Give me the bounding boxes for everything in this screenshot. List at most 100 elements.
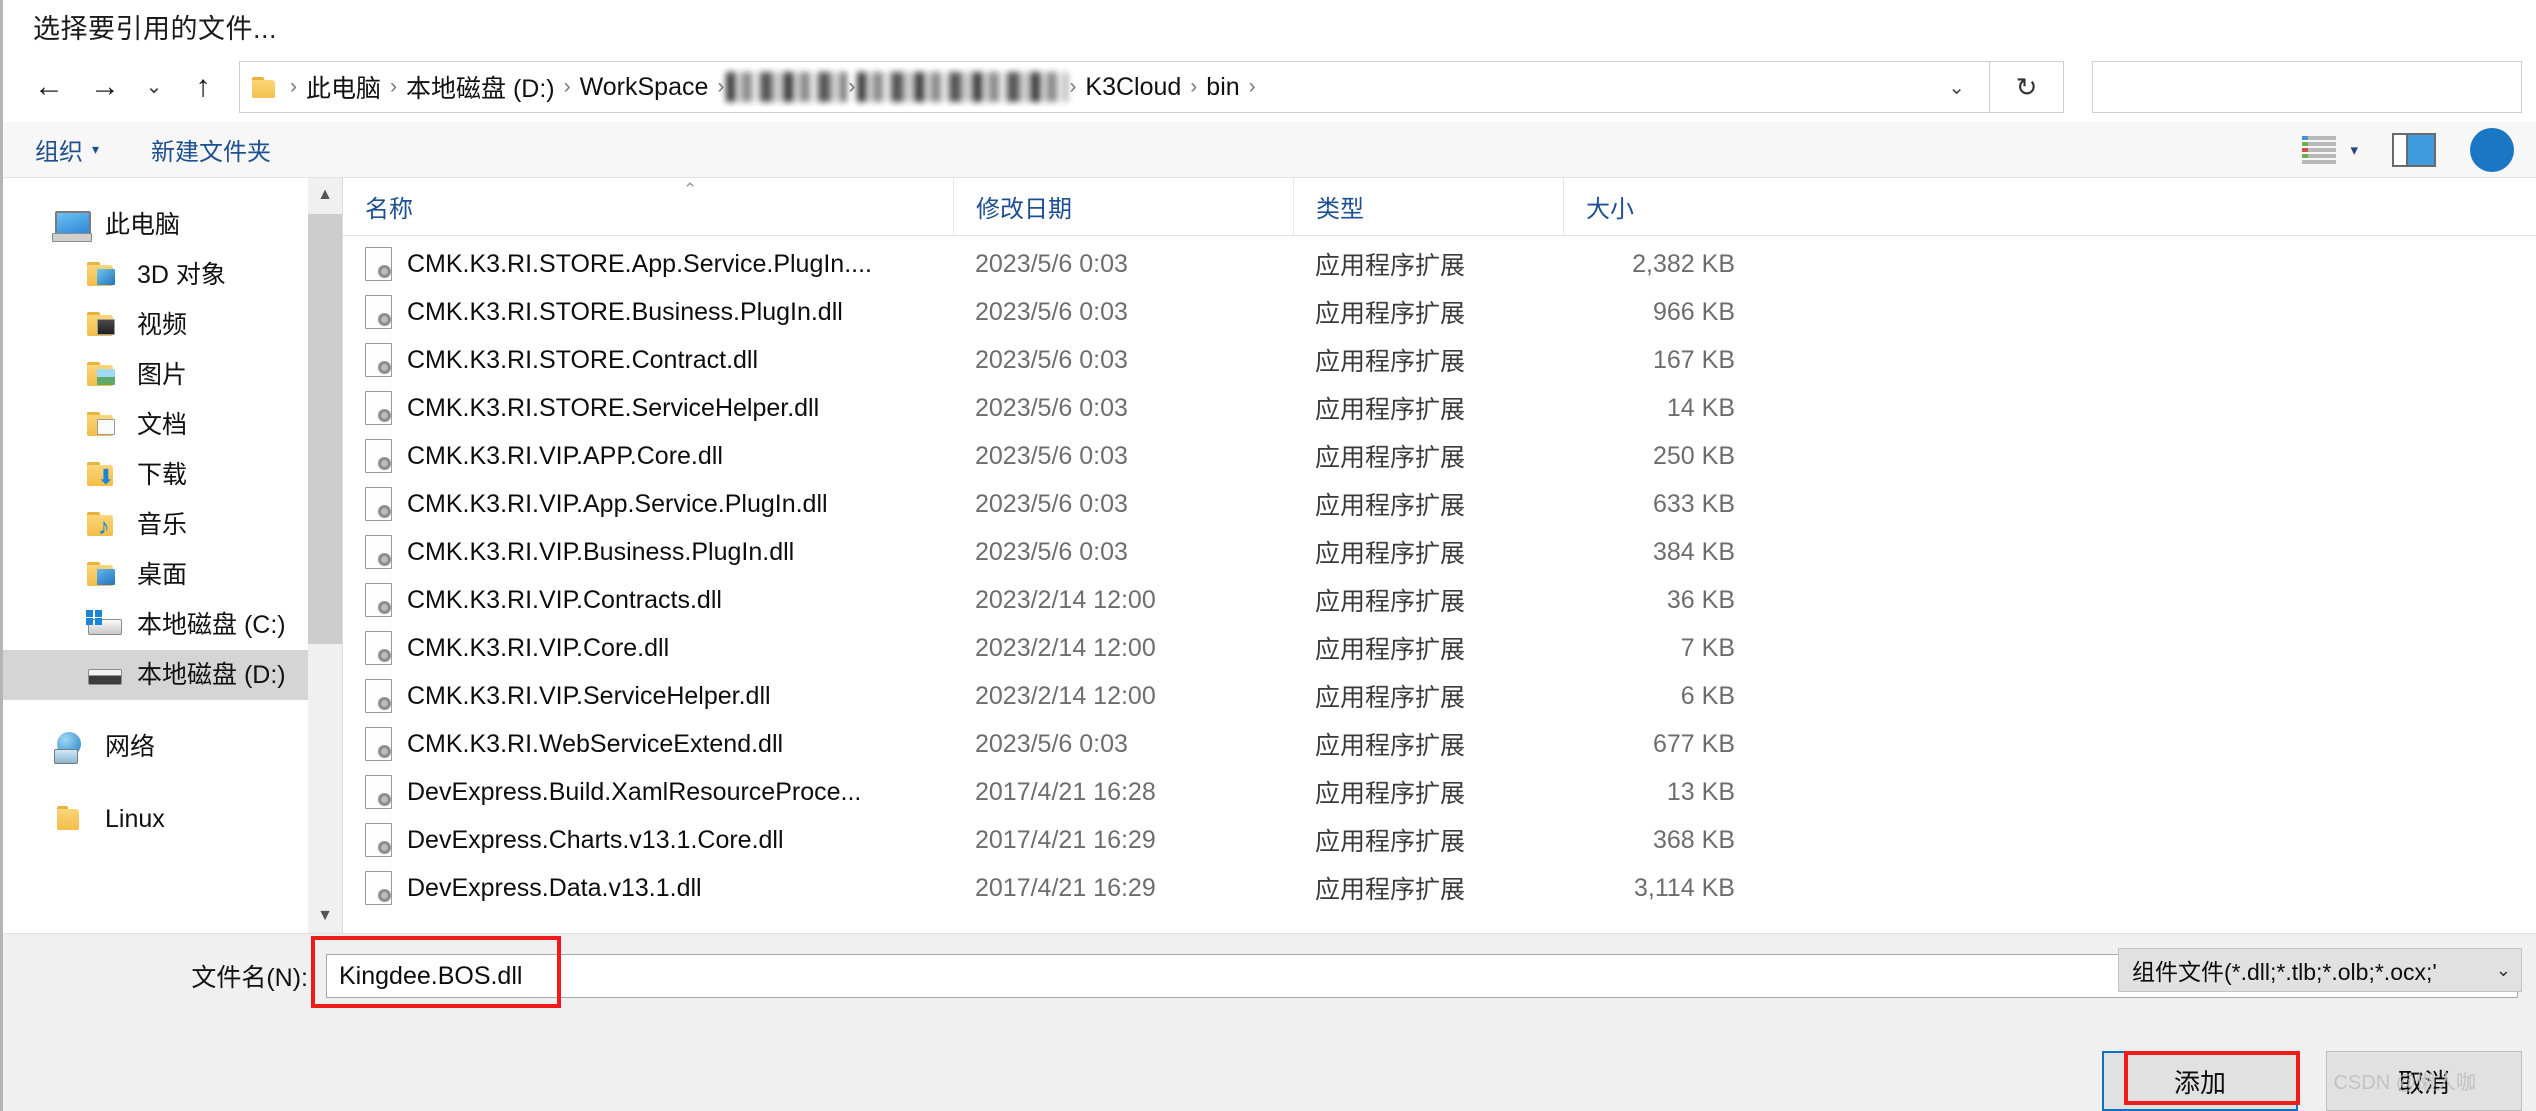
file-name-cell[interactable]: CMK.K3.RI.VIP.Business.PlugIn.dll — [343, 535, 953, 569]
file-type-cell: 应用程序扩展 — [1315, 780, 1466, 808]
file-name-cell[interactable]: CMK.K3.RI.WebServiceExtend.dll — [343, 727, 953, 761]
new-folder-button[interactable]: 新建文件夹 — [151, 132, 271, 167]
file-name-label: CMK.K3.RI.VIP.Core.dll — [407, 633, 670, 662]
file-name-cell[interactable]: CMK.K3.RI.STORE.ServiceHelper.dll — [343, 391, 953, 425]
breadcrumb-separator: › — [563, 75, 571, 98]
file-name-cell[interactable]: CMK.K3.RI.VIP.App.Service.PlugIn.dll — [343, 487, 953, 521]
address-chevron-down-icon[interactable]: ⌄ — [1934, 75, 1979, 100]
breadcrumb-item-4-redacted[interactable] — [857, 72, 1068, 102]
sidebar-item-music[interactable]: 音乐 — [3, 500, 342, 550]
file-name-cell[interactable]: DevExpress.Data.v13.1.dll — [343, 871, 953, 905]
organize-button[interactable]: 组织 ▾ — [35, 132, 99, 167]
table-row[interactable]: CMK.K3.RI.STORE.Business.PlugIn.dll 2023/… — [343, 288, 2536, 336]
table-row[interactable]: CMK.K3.RI.STORE.Contract.dll 2023/5/6 0:0… — [343, 336, 2536, 384]
file-name-label: CMK.K3.RI.VIP.App.Service.PlugIn.dll — [407, 489, 828, 518]
table-row[interactable]: CMK.K3.RI.VIP.Core.dll 2023/2/14 12:00 应用程… — [343, 624, 2536, 672]
sidebar-item-desktop[interactable]: 桌面 — [3, 550, 342, 600]
help-icon[interactable] — [2470, 127, 2514, 172]
refresh-icon[interactable]: ↻ — [1990, 61, 2064, 113]
add-button[interactable]: 添加 — [2102, 1051, 2298, 1111]
recent-locations-chevron-down-icon[interactable]: ⌄ — [133, 59, 175, 115]
list-view-icon[interactable]: ▾ — [2302, 135, 2358, 164]
folder-icon — [252, 75, 282, 99]
chevron-down-icon[interactable]: ⌄ — [2490, 960, 2511, 981]
sidebar-item-label: 文档 — [137, 410, 188, 439]
file-name-cell[interactable]: DevExpress.Build.XamlResourceProce... — [343, 775, 953, 809]
sidebar-scrollbar[interactable]: ▲ ▼ — [308, 178, 342, 933]
table-row[interactable]: CMK.K3.RI.VIP.Business.PlugIn.dll 2023/5/… — [343, 528, 2536, 576]
folder-desktop-icon — [85, 558, 125, 592]
file-type-cell: 应用程序扩展 — [1315, 492, 1466, 520]
forward-icon[interactable]: → — [77, 59, 133, 115]
file-type-cell: 应用程序扩展 — [1315, 636, 1466, 664]
sidebar-item-local-disk-c[interactable]: 本地磁盘 (C:) — [3, 600, 342, 650]
network-icon — [53, 730, 93, 764]
folder-icon — [53, 802, 93, 836]
file-name-cell[interactable]: CMK.K3.RI.VIP.APP.Core.dll — [343, 439, 953, 473]
address-bar[interactable]: › 此电脑 › 本地磁盘 (D:) › WorkSpace › › › K3Cl… — [239, 61, 1990, 113]
sidebar-item-network[interactable]: 网络 — [3, 722, 342, 772]
table-row[interactable]: CMK.K3.RI.VIP.App.Service.PlugIn.dll 2023… — [343, 480, 2536, 528]
preview-pane-icon[interactable] — [2392, 132, 2436, 167]
sidebar-item-label: 下载 — [137, 460, 188, 489]
column-header-date[interactable]: 修改日期 — [953, 178, 1293, 235]
file-name-cell[interactable]: CMK.K3.RI.VIP.ServiceHelper.dll — [343, 679, 953, 713]
sidebar-item-label: 本地磁盘 (C:) — [137, 610, 286, 639]
file-name-cell[interactable]: CMK.K3.RI.STORE.App.Service.PlugIn.... — [343, 247, 953, 281]
file-name-label: CMK.K3.RI.STORE.Business.PlugIn.dll — [407, 297, 843, 326]
scroll-up-icon[interactable]: ▲ — [308, 178, 342, 212]
table-row[interactable]: DevExpress.Charts.v13.1.Core.dll 2017/4/2… — [343, 816, 2536, 864]
file-date-cell: 2023/5/6 0:03 — [975, 345, 1128, 374]
file-list-header: 名称 ⌃ 修改日期 类型 大小 — [343, 178, 2536, 236]
table-row[interactable]: CMK.K3.RI.WebServiceExtend.dll 2023/5/6 0… — [343, 720, 2536, 768]
table-row[interactable]: CMK.K3.RI.VIP.APP.Core.dll 2023/5/6 0:03 应… — [343, 432, 2536, 480]
breadcrumb-item-1[interactable]: 本地磁盘 (D:) — [399, 67, 562, 107]
file-type-cell: 应用程序扩展 — [1315, 732, 1466, 760]
file-size-cell: 677 KB — [1652, 729, 1735, 758]
file-name-label: CMK.K3.RI.STORE.App.Service.PlugIn.... — [407, 249, 872, 278]
column-header-size[interactable]: 大小 — [1563, 178, 1743, 235]
file-name-label: DevExpress.Build.XamlResourceProce... — [407, 777, 862, 806]
file-name-cell[interactable]: CMK.K3.RI.STORE.Contract.dll — [343, 343, 953, 377]
breadcrumb-item-0[interactable]: 此电脑 — [299, 67, 388, 107]
sidebar-item-3d-objects[interactable]: 3D 对象 — [3, 250, 342, 300]
column-header-name[interactable]: 名称 ⌃ — [343, 178, 953, 235]
sidebar-item-downloads[interactable]: 下载 — [3, 450, 342, 500]
column-header-label: 修改日期 — [976, 196, 1072, 223]
file-date-cell: 2023/2/14 12:00 — [975, 585, 1156, 614]
sidebar-item-local-disk-d[interactable]: 本地磁盘 (D:) — [3, 650, 342, 700]
file-name-cell[interactable]: CMK.K3.RI.STORE.Business.PlugIn.dll — [343, 295, 953, 329]
file-type-filter-select[interactable]: 组件文件(*.dll;*.tlb;*.olb;*.ocx;' ⌄ — [2118, 948, 2522, 992]
search-input[interactable] — [2092, 61, 2522, 113]
table-row[interactable]: DevExpress.Data.v13.1.dll 2017/4/21 16:29… — [343, 864, 2536, 912]
scrollbar-thumb[interactable] — [308, 214, 342, 644]
sidebar-item-linux[interactable]: Linux — [3, 794, 342, 844]
table-row[interactable]: CMK.K3.RI.VIP.ServiceHelper.dll 2023/2/14… — [343, 672, 2536, 720]
file-name-cell[interactable]: DevExpress.Charts.v13.1.Core.dll — [343, 823, 953, 857]
file-type-cell: 应用程序扩展 — [1315, 684, 1466, 712]
breadcrumb-item-2[interactable]: WorkSpace — [573, 71, 716, 104]
table-row[interactable]: DevExpress.Build.XamlResourceProce... 201… — [343, 768, 2536, 816]
back-icon[interactable]: ← — [21, 59, 77, 115]
breadcrumb-item-5[interactable]: K3Cloud — [1078, 71, 1188, 104]
sidebar-item-pictures[interactable]: 图片 — [3, 350, 342, 400]
title-bar: 选择要引用的文件... — [3, 0, 2536, 52]
sidebar-item-this-pc[interactable]: 此电脑 — [3, 200, 342, 250]
up-icon[interactable]: ↑ — [175, 59, 231, 115]
sidebar-item-documents[interactable]: 文档 — [3, 400, 342, 450]
breadcrumb-item-6[interactable]: bin — [1199, 71, 1246, 104]
table-row[interactable]: CMK.K3.RI.VIP.Contracts.dll 2023/2/14 12:… — [343, 576, 2536, 624]
table-row[interactable]: CMK.K3.RI.STORE.App.Service.PlugIn.... 20… — [343, 240, 2536, 288]
column-header-type[interactable]: 类型 — [1293, 178, 1563, 235]
table-row[interactable]: CMK.K3.RI.STORE.ServiceHelper.dll 2023/5/… — [343, 384, 2536, 432]
breadcrumb-item-3-redacted[interactable] — [726, 72, 847, 102]
chevron-down-icon[interactable]: ▾ — [2350, 141, 2358, 159]
sidebar-item-videos[interactable]: 视频 — [3, 300, 342, 350]
file-size-cell: 14 KB — [1666, 393, 1735, 422]
dll-file-icon — [365, 871, 393, 905]
file-name-cell[interactable]: CMK.K3.RI.VIP.Contracts.dll — [343, 583, 953, 617]
file-type-filter-value: 组件文件(*.dll;*.tlb;*.olb;*.ocx;' — [2132, 959, 2437, 985]
file-name-label: CMK.K3.RI.VIP.APP.Core.dll — [407, 441, 723, 470]
file-name-cell[interactable]: CMK.K3.RI.VIP.Core.dll — [343, 631, 953, 665]
scroll-down-icon[interactable]: ▼ — [308, 899, 342, 933]
